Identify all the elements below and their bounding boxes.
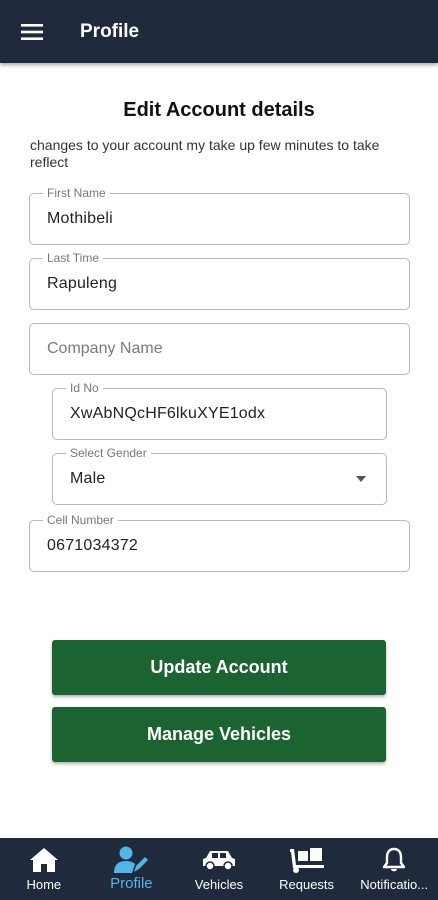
first-name-field[interactable]: First Name Mothibeli xyxy=(29,186,410,245)
company-name-field[interactable]: Company Name xyxy=(29,323,410,375)
gender-select[interactable]: Select Gender Male xyxy=(52,446,387,505)
dolly-icon xyxy=(288,846,326,874)
hamburger-menu-icon xyxy=(21,23,43,40)
cell-number-value: 0671034372 xyxy=(47,537,138,554)
gender-value: Male xyxy=(70,470,106,487)
id-no-value: XwAbNQcHF6lkuXYE1odx xyxy=(70,405,266,422)
last-name-value: Rapuleng xyxy=(47,275,118,292)
nav-item-vehicles[interactable]: Vehicles xyxy=(175,838,263,900)
id-no-field[interactable]: Id No XwAbNQcHF6lkuXYE1odx xyxy=(52,381,387,440)
nav-item-requests[interactable]: Requests xyxy=(263,838,351,900)
user-edit-icon xyxy=(113,846,149,874)
nav-item-notifications[interactable]: Notificatio... xyxy=(350,838,438,900)
dropdown-arrow-icon xyxy=(356,476,366,482)
nav-label-profile: Profile xyxy=(110,875,153,892)
bell-icon xyxy=(383,846,406,874)
manage-vehicles-button[interactable]: Manage Vehicles xyxy=(52,707,386,762)
page-title: Profile xyxy=(80,20,140,42)
form-note: changes to your account my take up few m… xyxy=(30,137,380,170)
cell-number-field[interactable]: Cell Number 0671034372 xyxy=(29,513,410,572)
vehicles-icon xyxy=(201,846,237,874)
first-name-value: Mothibeli xyxy=(47,210,113,227)
home-icon xyxy=(29,846,59,874)
company-name-placeholder: Company Name xyxy=(47,340,163,357)
nav-label-requests: Requests xyxy=(279,877,335,892)
nav-label-notifications: Notificatio... xyxy=(360,877,429,892)
nav-label-home: Home xyxy=(26,877,62,892)
update-account-button[interactable]: Update Account xyxy=(52,640,386,695)
bottom-navigation: Home Profile Vehicles Requests Notificat… xyxy=(0,838,438,900)
last-name-field[interactable]: Last Time Rapuleng xyxy=(29,251,410,310)
nav-label-vehicles: Vehicles xyxy=(194,877,244,892)
nav-item-home[interactable]: Home xyxy=(0,838,88,900)
form-heading: Edit Account details xyxy=(123,99,315,121)
menu-button[interactable] xyxy=(0,0,64,63)
app-bar: Profile xyxy=(0,0,438,63)
nav-item-profile[interactable]: Profile xyxy=(88,838,176,900)
